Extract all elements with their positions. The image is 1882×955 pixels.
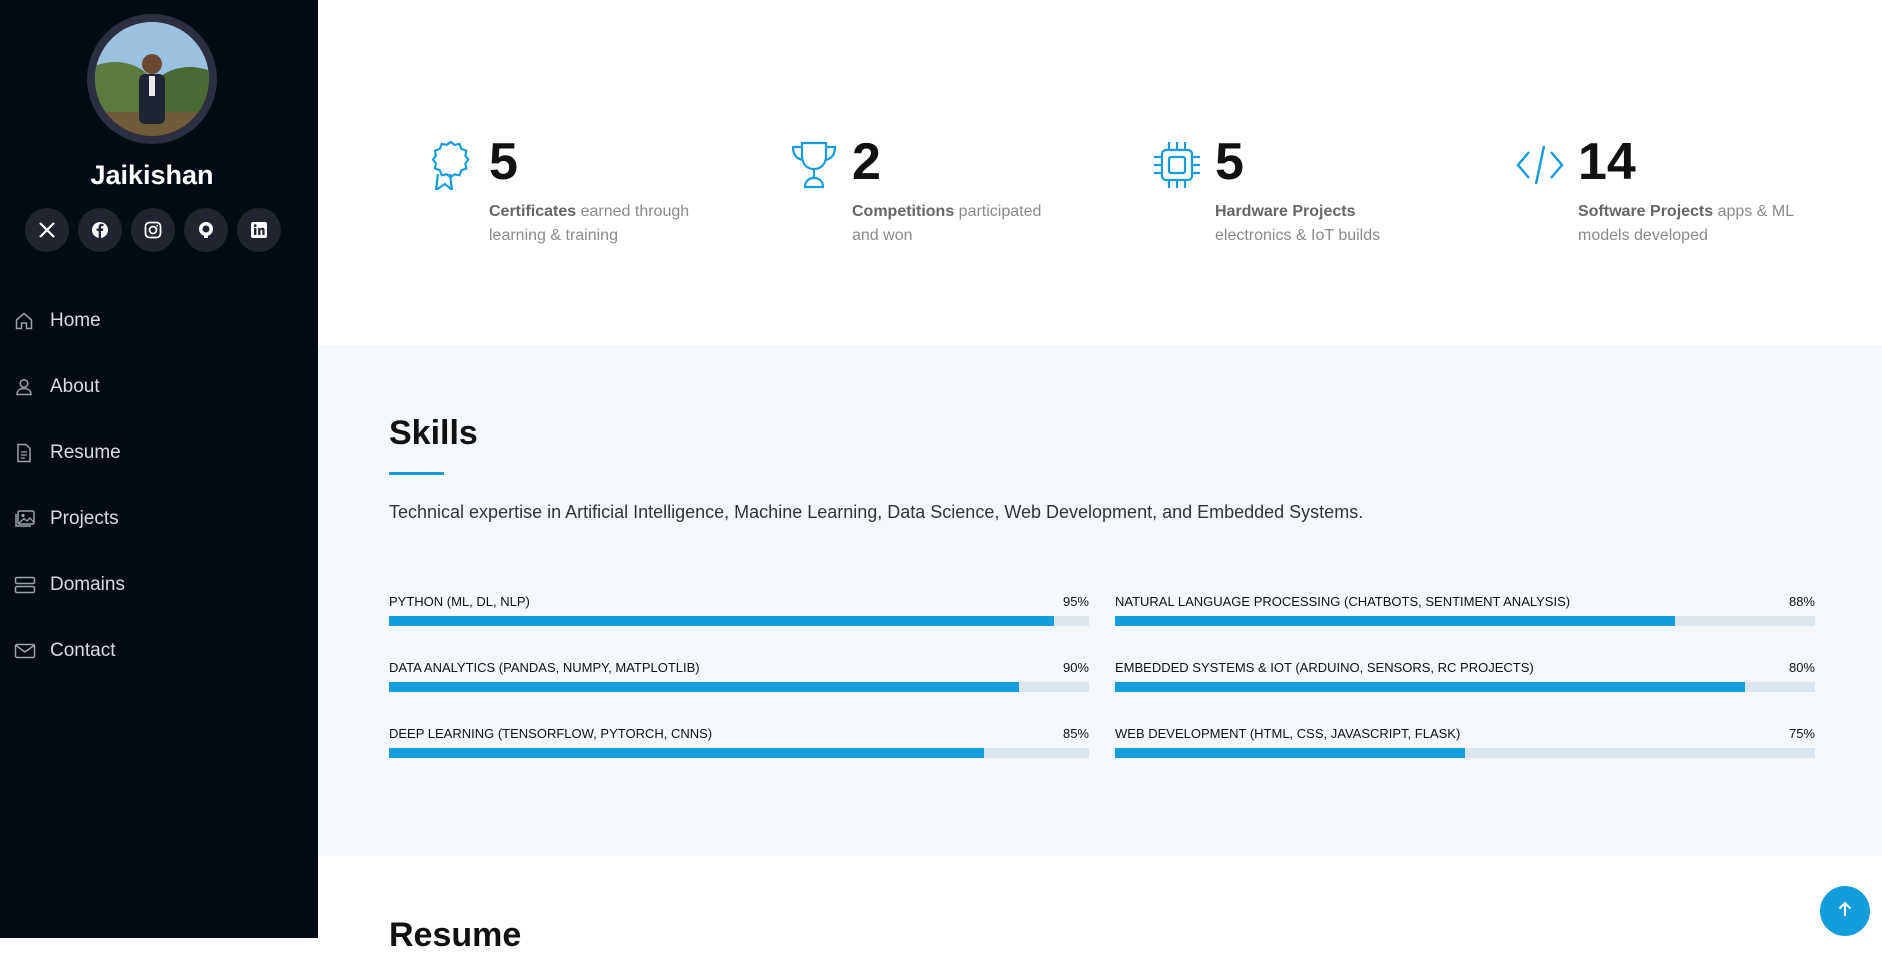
instagram-icon[interactable] — [131, 208, 175, 252]
skill-label: Data Analytics (Pandas, NumPy, Matplotli… — [389, 660, 700, 675]
github-icon[interactable] — [184, 208, 228, 252]
progress-fill — [389, 682, 1019, 692]
skill-bar: Deep Learning (TensorFlow, PyTorch, CNNs… — [389, 726, 1089, 758]
section-title: Skills — [389, 414, 478, 452]
progress-fill — [389, 748, 984, 758]
skill-label: Natural Language Processing (Chatbots, S… — [1115, 594, 1571, 609]
skill-percent: 85% — [1062, 726, 1089, 741]
nav-label: Home — [50, 310, 101, 331]
envelope-icon — [14, 638, 40, 664]
skill-percent: 88% — [1788, 594, 1815, 609]
progress-track — [389, 616, 1089, 626]
trophy-icon — [789, 140, 839, 190]
stat-description: Competitions participated and won — [852, 200, 1072, 248]
skill-label: Deep Learning (TensorFlow, PyTorch, CNNs… — [389, 726, 713, 741]
stat-text: electronics & IoT builds — [1215, 227, 1381, 244]
title-underline — [389, 472, 444, 475]
progress-fill — [1115, 748, 1465, 758]
nav-label: Contact — [50, 640, 116, 661]
profile-name: Jaikishan — [90, 160, 214, 190]
house-icon — [14, 308, 40, 334]
images-icon — [14, 506, 40, 532]
person-icon — [14, 374, 40, 400]
skill-bar: Data Analytics (Pandas, NumPy, Matplotli… — [389, 660, 1089, 692]
nav-item-resume[interactable]: Resume — [14, 420, 125, 486]
back-to-top-button[interactable] — [1820, 886, 1870, 936]
stat-number: 2 — [852, 133, 881, 191]
nav-item-about[interactable]: About — [14, 354, 125, 420]
stat-description: Certificates earned through learning & t… — [489, 200, 709, 248]
main-content: 5 Certificates earned through learning &… — [318, 0, 1882, 954]
stat-number: 5 — [1215, 133, 1244, 191]
linkedin-icon[interactable] — [237, 208, 281, 252]
stat-title: Software Projects — [1578, 203, 1714, 220]
progress-fill — [389, 616, 1054, 626]
progress-track — [1115, 616, 1815, 626]
skill-label: Python (ML, DL, NLP) — [389, 594, 530, 609]
cpu-icon — [1152, 140, 1202, 190]
stat-number: 14 — [1578, 133, 1636, 191]
nav-label: Resume — [50, 442, 121, 463]
nav-item-contact[interactable]: Contact — [14, 618, 125, 684]
skill-label: Web Development (HTML, CSS, JavaScript, … — [1115, 726, 1461, 741]
stat-title: Certificates — [489, 203, 577, 220]
avatar — [95, 22, 209, 136]
stat-title: Competitions — [852, 203, 955, 220]
section-description: Technical expertise in Artificial Intell… — [389, 502, 1364, 522]
arrow-up-icon — [1836, 900, 1854, 923]
progress-track — [1115, 748, 1815, 758]
skill-percent: 90% — [1062, 660, 1089, 675]
skill-bar: Embedded Systems & IoT (Arduino, Sensors… — [1115, 660, 1815, 692]
code-icon — [1515, 140, 1565, 190]
file-icon — [14, 440, 40, 466]
skill-percent: 80% — [1788, 660, 1815, 675]
stat-number: 5 — [489, 133, 518, 191]
progress-track — [389, 748, 1089, 758]
skill-percent: 95% — [1062, 594, 1089, 609]
nav-item-projects[interactable]: Projects — [14, 486, 125, 552]
nav-label: Projects — [50, 508, 119, 529]
facebook-icon[interactable] — [78, 208, 122, 252]
progress-fill — [1115, 616, 1675, 626]
x-twitter-icon[interactable] — [25, 208, 69, 252]
nav-item-home[interactable]: Home — [14, 288, 125, 354]
progress-track — [389, 682, 1089, 692]
nav-item-domains[interactable]: Domains — [14, 552, 125, 618]
skill-bar: Natural Language Processing (Chatbots, S… — [1115, 594, 1815, 626]
nav-label: About — [50, 376, 100, 397]
progress-track — [1115, 682, 1815, 692]
stat-title: Hardware Projects — [1215, 203, 1356, 220]
skill-percent: 75% — [1788, 726, 1815, 741]
stat-description: Software Projects apps & ML models devel… — [1578, 200, 1798, 248]
social-links — [25, 208, 281, 252]
progress-fill — [1115, 682, 1745, 692]
server-icon — [14, 572, 40, 598]
skill-bar: Python (ML, DL, NLP) 95% — [389, 594, 1089, 626]
nav-label: Domains — [50, 574, 125, 595]
skill-bar: Web Development (HTML, CSS, JavaScript, … — [1115, 726, 1815, 758]
resume-section-title: Resume — [389, 916, 522, 954]
skills-section: Skills Technical expertise in Artificial… — [318, 346, 1882, 856]
skill-label: Embedded Systems & IoT (Arduino, Sensors… — [1115, 660, 1534, 675]
avatar-frame — [87, 14, 217, 144]
nav-menu: Home About Resume Projects Domains Conta… — [14, 288, 125, 684]
stats-section: 5 Certificates earned through learning &… — [318, 0, 1882, 346]
award-icon — [426, 140, 476, 193]
stat-description: Hardware Projects electronics & IoT buil… — [1215, 200, 1435, 248]
sidebar: Jaikishan Home About Resume Projects Dom… — [0, 0, 318, 938]
